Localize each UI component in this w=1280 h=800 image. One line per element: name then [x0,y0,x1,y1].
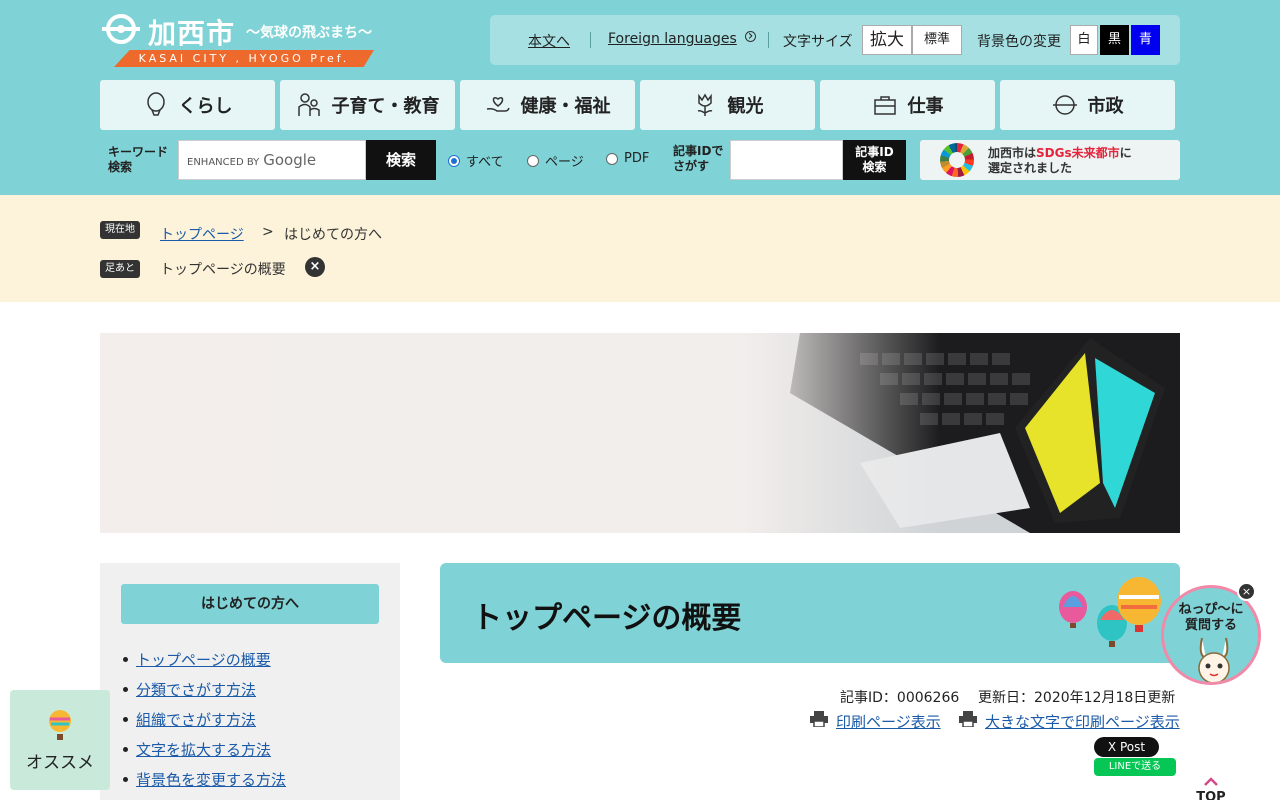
divider [590,32,591,48]
bg-blue-button[interactable]: 青 [1131,25,1160,55]
updated-date: 更新日：2020年12月18日更新 [978,690,1176,706]
sidebar-heading: はじめての方へ [121,584,379,624]
nav-label: 子育て・教育 [331,96,440,117]
search-input[interactable]: ENHANCED BY Google [178,140,366,180]
sidebar-item-bg-color[interactable]: 背景色を変更する方法 [122,769,286,790]
hero-image [100,333,1180,533]
search-button[interactable]: 検索 [366,140,436,180]
nav-label: 仕事 [907,96,944,117]
city-emblem-icon [102,14,140,44]
google-logo: Google [263,151,317,169]
logo-tagline: 〜気球の飛ぶまち〜 [246,25,372,41]
chatbot-close-icon[interactable]: × [1237,582,1256,601]
nav-shigoto[interactable]: 仕事 [820,80,995,130]
current-location-tag: 現在地 [100,221,140,239]
logo-band: KASAI CITY , HYOGO Pref. [114,50,374,67]
family-icon [297,93,320,116]
article-id-label: 記事IDで さがす [673,144,724,173]
site-header: 加西市 〜気球の飛ぶまち〜 KASAI CITY , HYOGO Pref. 本… [0,0,1280,195]
font-enlarge-button[interactable]: 拡大 [862,25,912,55]
bg-color-label: 背景色の変更 [977,34,1061,50]
divider [768,32,769,48]
nav-kosodate[interactable]: 子育て・教育 [280,80,455,130]
radio-page[interactable]: ページ [527,151,584,170]
radio-indicator[interactable] [527,154,539,167]
chevron-up-icon [1204,777,1218,786]
radio-indicator[interactable] [448,154,460,167]
hand-heart-icon [486,96,510,112]
sidebar-item-font-enlarge[interactable]: 文字を拡大する方法 [122,739,271,760]
radio-indicator[interactable] [606,152,618,165]
print-page-link[interactable]: 印刷ページ表示 [836,711,941,732]
page-title-box: トップページの概要 [440,563,1180,663]
balloon-icon [146,92,165,116]
nav-label: 健康・福祉 [520,96,611,117]
history-close-icon[interactable]: × [305,257,325,277]
tulip-icon [697,93,712,116]
utility-bar: 本文へ Foreign languages › 文字サイズ 拡大 標準 背景色の… [490,15,1180,65]
radio-all[interactable]: すべて [448,151,504,170]
top-label: TOP [1196,790,1226,800]
nav-kurashi[interactable]: くらし [100,80,275,130]
nav-shisei[interactable]: 市政 [1000,80,1175,130]
city-emblem-icon [1052,95,1077,115]
nav-kenko[interactable]: 健康・福祉 [460,80,635,130]
chevron-circle-icon: › [745,29,756,43]
balloons-illustration [1059,577,1161,647]
logo-city-name: 加西市 [148,17,236,50]
printer-icon [810,711,828,727]
foreign-languages-link[interactable]: Foreign languages [608,31,737,47]
briefcase-icon [873,96,896,115]
sdgs-wheel-icon [940,143,974,177]
print-large-link[interactable]: 大きな文字で印刷ページ表示 [985,711,1180,732]
back-to-top-button[interactable]: TOP [1190,775,1232,800]
page-title: トップページの概要 [472,601,742,636]
balloon-icon [49,710,71,740]
enhanced-by-text: ENHANCED BY [187,157,260,168]
bg-white-button[interactable]: 白 [1070,25,1098,55]
font-size-label: 文字サイズ [783,34,853,50]
nav-label: くらし [178,96,233,117]
chatbot-label: ねっぴ〜に 質問する [1178,602,1244,633]
breadcrumb-area: 現在地 トップページ > はじめての方へ 足あと トップページの概要 × [0,195,1280,302]
sidebar-item-top-overview[interactable]: トップページの概要 [123,649,271,670]
sidebar-item-org-search[interactable]: 組織でさがす方法 [122,709,256,730]
keyword-search-label: キーワード 検索 [108,145,169,174]
line-send-button[interactable]: LINEで送る [1094,758,1176,776]
sidebar-item-category-search[interactable]: 分類でさがす方法 [122,679,256,700]
osusume-button[interactable]: オススメ [10,690,110,790]
bg-black-button[interactable]: 黒 [1100,25,1129,55]
history-tag: 足あと [100,260,140,278]
nav-label: 市政 [1087,96,1124,117]
sdgs-banner[interactable]: 加西市はSDGs未来都市に 選定されました [920,140,1180,180]
article-id: 記事ID：0006266 [840,690,960,706]
nav-label: 観光 [727,96,764,117]
article-id-input[interactable] [730,140,843,180]
mascot-icon [1198,637,1230,682]
radio-pdf[interactable]: PDF [606,151,649,166]
breadcrumb-home-link[interactable]: トップページ [160,224,244,244]
nav-kanko[interactable]: 観光 [640,80,815,130]
font-standard-button[interactable]: 標準 [912,25,962,55]
sdgs-text: 加西市はSDGs未来都市に 選定されました [988,146,1132,175]
breadcrumb-current: はじめての方へ [284,227,382,243]
breadcrumb-separator: > [262,224,274,240]
sidebar: はじめての方へ トップページの概要 分類でさがす方法 組織でさがす方法 文字を拡… [100,563,400,800]
laptop-beginner-mark-illustration [740,333,1180,533]
article-id-search-button[interactable]: 記事ID 検索 [843,140,906,180]
osusume-label: オススメ [26,753,94,773]
skip-to-main-link[interactable]: 本文へ [528,31,570,51]
site-logo[interactable]: 加西市 〜気球の飛ぶまち〜 KASAI CITY , HYOGO Pref. [100,12,380,70]
x-post-button[interactable]: X Post [1094,737,1159,757]
history-item[interactable]: トップページの概要 [160,259,286,279]
printer-icon [959,711,977,727]
